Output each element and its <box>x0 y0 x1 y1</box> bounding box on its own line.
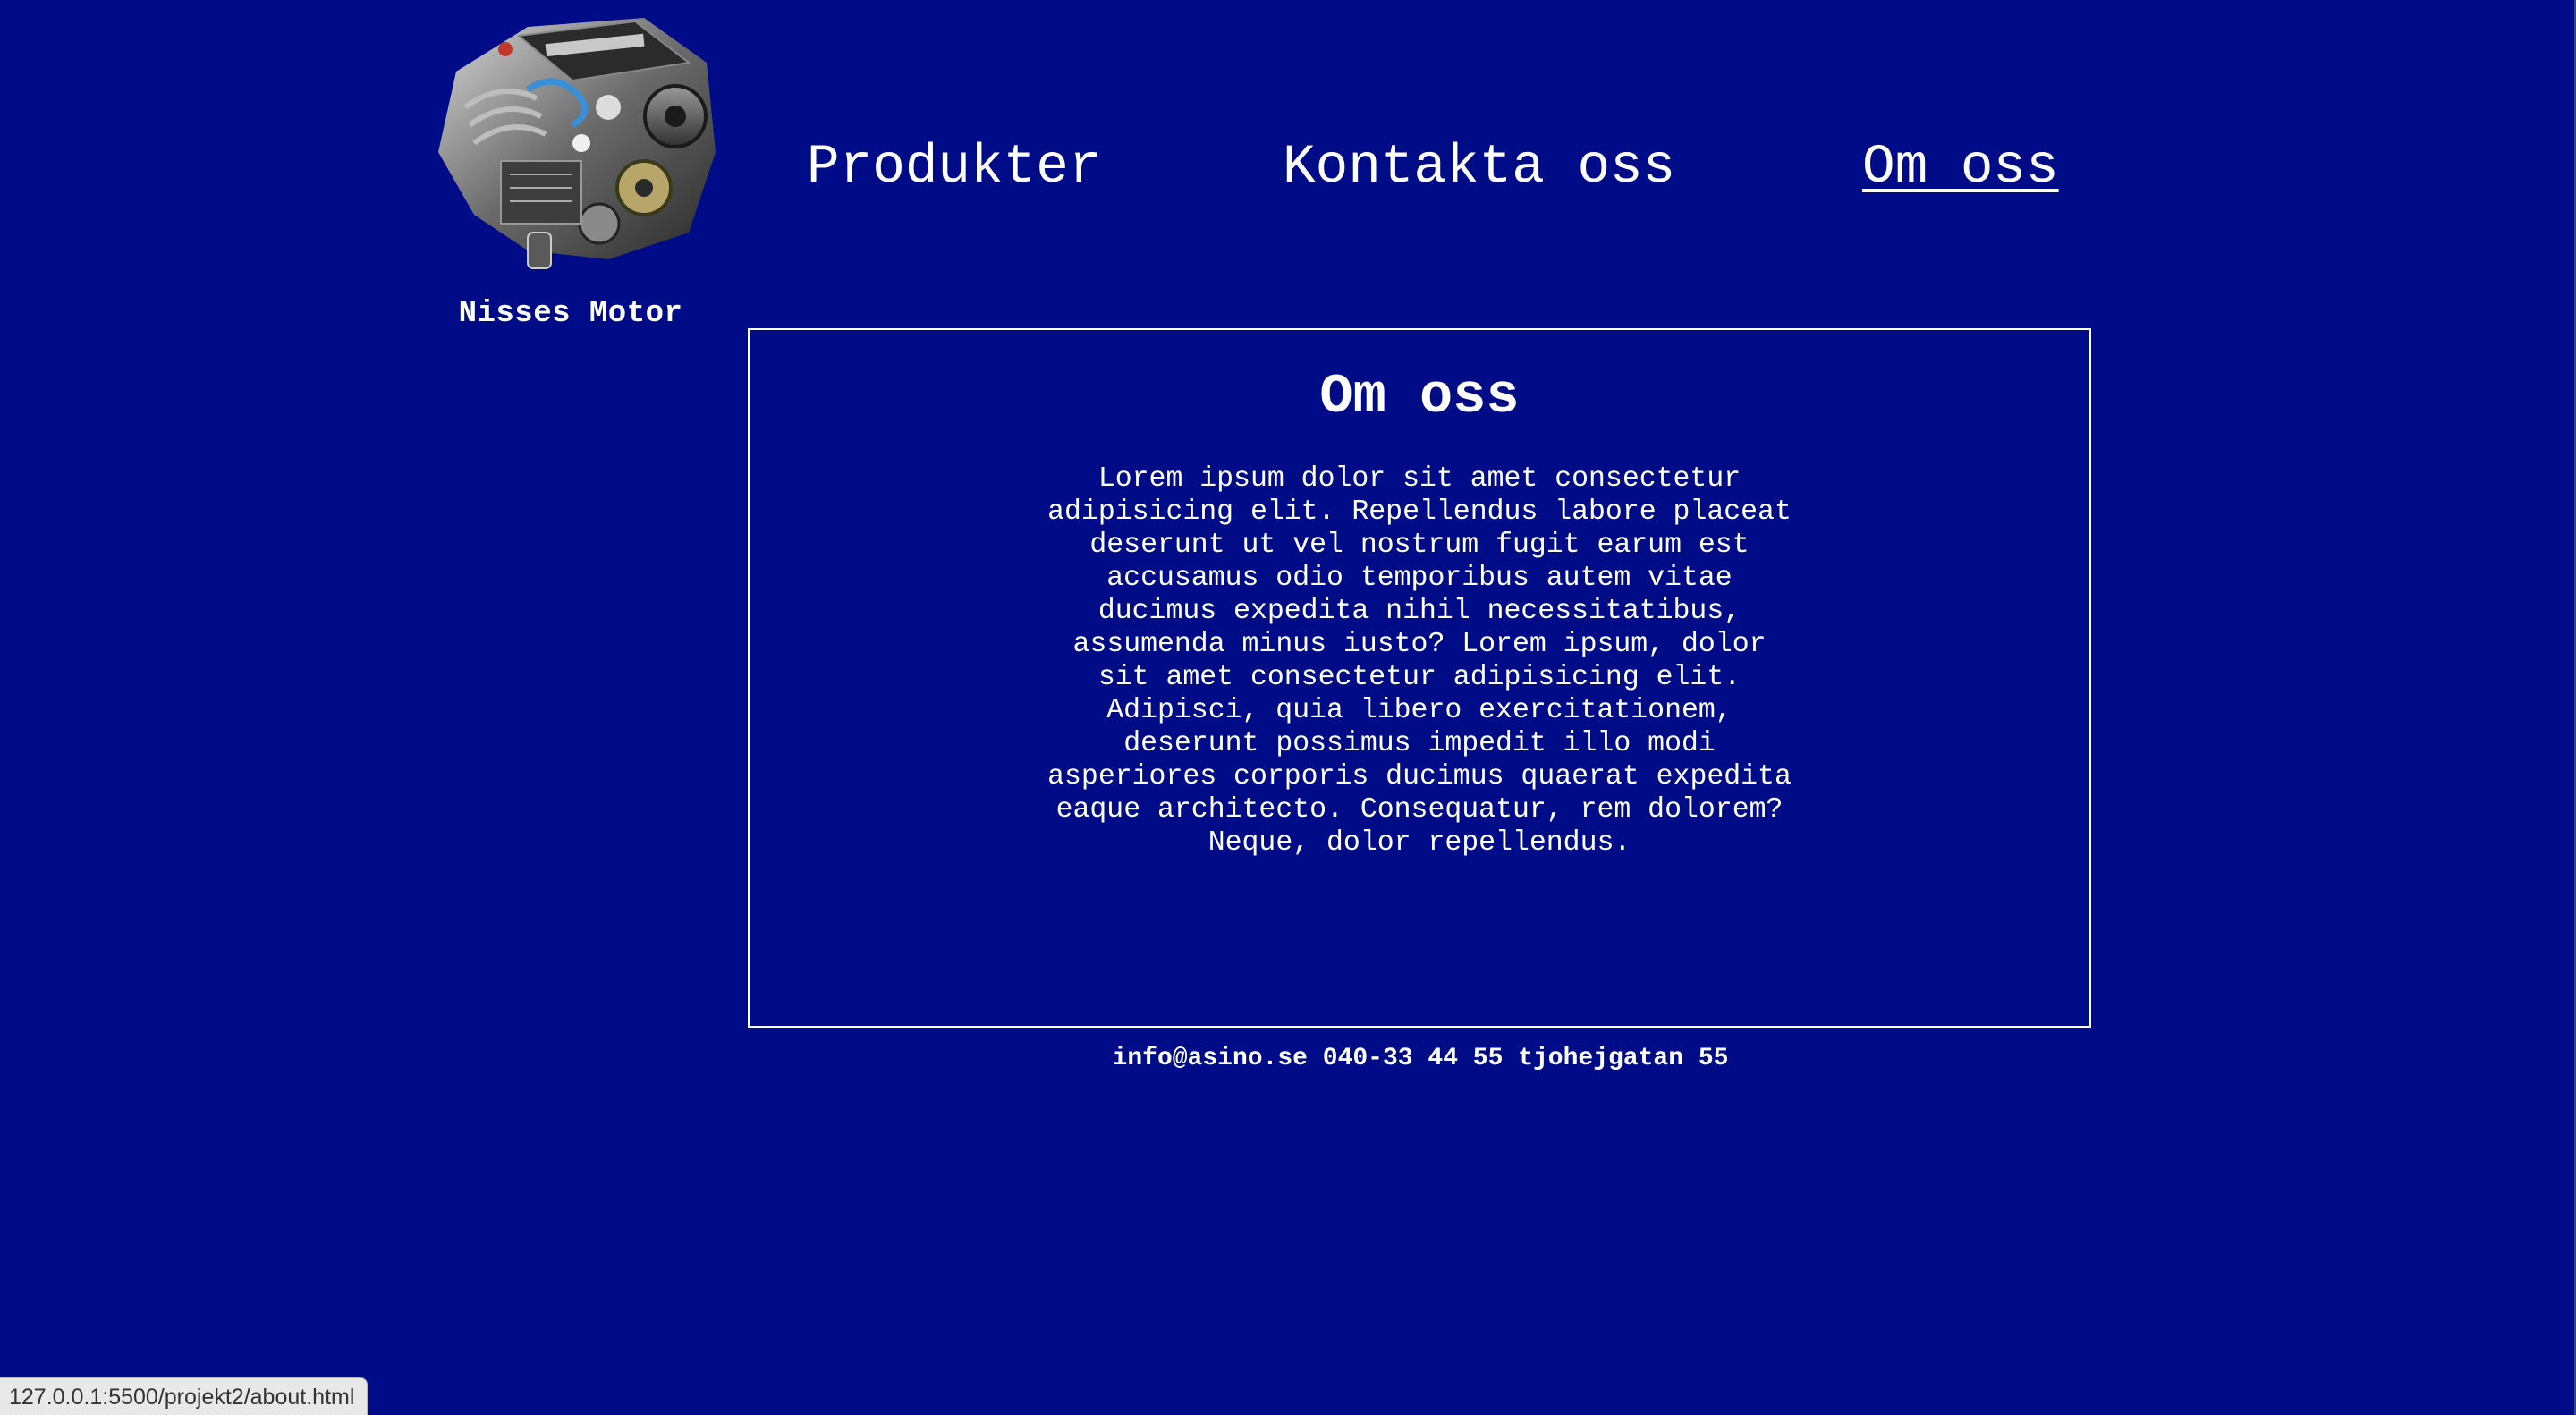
page: Nisses Motor Produkter Kontakta oss Om o… <box>0 0 2576 1415</box>
status-bar-url: 127.0.0.1:5500/projekt2/about.html <box>0 1377 369 1415</box>
main-nav: Produkter Kontakta oss Om oss <box>0 132 2576 204</box>
about-section: Om oss Lorem ipsum dolor sit amet consec… <box>748 328 2091 1028</box>
about-text: Lorem ipsum dolor sit amet consectetur a… <box>1047 463 1792 859</box>
brand-name: Nisses Motor <box>458 297 683 331</box>
page-title: Om oss <box>1319 365 1520 428</box>
nav-link-produkter[interactable]: Produkter <box>807 132 1101 204</box>
nav-link-om-oss[interactable]: Om oss <box>1862 132 2059 204</box>
footer-contact: info@asino.se 040-33 44 55 tjohejgatan 5… <box>1112 1045 1729 1072</box>
nav-link-kontakta-oss[interactable]: Kontakta oss <box>1283 132 1675 204</box>
